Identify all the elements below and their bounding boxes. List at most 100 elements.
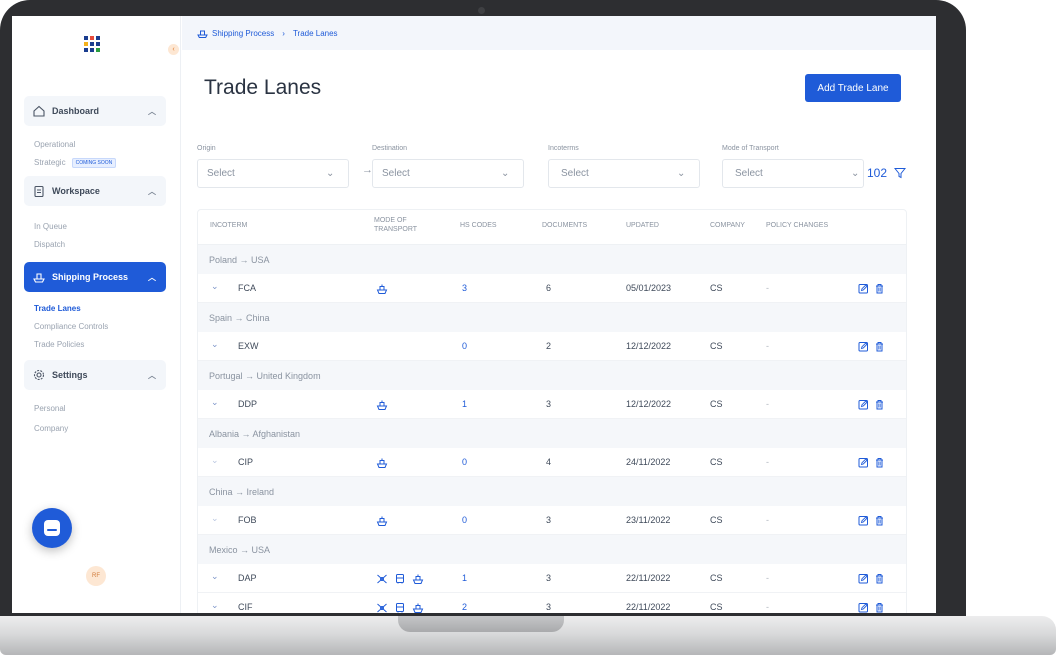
policy-changes-cell: -	[766, 341, 769, 351]
chevron-down-icon[interactable]: ⌄	[211, 455, 219, 466]
trash-icon[interactable]	[874, 602, 885, 613]
mode-select-value: Select	[735, 168, 763, 179]
chevron-right-icon: ›	[282, 28, 285, 38]
incoterms-select[interactable]: Select ⌄	[548, 159, 700, 188]
table-header: INCOTERM MODE OF TRANSPORT HS CODES DOCUM…	[198, 210, 906, 245]
col-company[interactable]: COMPANY	[710, 222, 745, 229]
documents-cell: 3	[546, 515, 552, 525]
trash-icon[interactable]	[874, 283, 885, 294]
sidebar-item-label: Strategic	[34, 158, 66, 167]
col-incoterm[interactable]: INCOTERM	[210, 222, 247, 229]
chevron-down-icon[interactable]: ⌄	[211, 571, 219, 582]
trash-icon[interactable]	[874, 341, 885, 352]
col-mode-of-transport[interactable]: MODE OF TRANSPORT	[374, 216, 417, 234]
edit-icon[interactable]	[858, 602, 869, 613]
col-hs-codes[interactable]: HS CODES	[460, 222, 497, 229]
page-title: Trade Lanes	[204, 76, 322, 99]
hs-codes-cell[interactable]: 2	[462, 602, 467, 612]
table-row[interactable]: ⌄ DDP 1 3 12/12/2022 CS -	[198, 390, 906, 419]
ship-icon	[33, 273, 45, 283]
documents-cell: 4	[546, 457, 552, 467]
incoterm-cell: EXW	[238, 341, 259, 351]
hs-codes-cell[interactable]: 1	[462, 573, 467, 583]
edit-icon[interactable]	[858, 515, 869, 526]
sidebar-item-personal[interactable]: Personal	[34, 404, 66, 413]
table-row[interactable]: ⌄ DAP 1 3 22/11/2022 CS -	[198, 564, 906, 593]
hs-codes-cell[interactable]: 0	[462, 515, 467, 525]
mode-of-transport-cell	[376, 283, 394, 295]
chevron-down-icon[interactable]: ⌄	[211, 513, 219, 524]
lane-group-row: Spain → China	[198, 303, 906, 332]
destination-select[interactable]: Select ⌄	[372, 159, 524, 188]
chat-support-button[interactable]	[32, 508, 72, 548]
nav-section-settings[interactable]: Settings ︿	[24, 360, 166, 390]
nav-section-workspace[interactable]: Workspace ︿	[24, 176, 166, 206]
col-documents[interactable]: DOCUMENTS	[542, 222, 587, 229]
ship-icon	[376, 516, 388, 526]
table-row[interactable]: ⌄ FOB 0 3 23/11/2022 CS -	[198, 506, 906, 535]
app-logo[interactable]	[84, 36, 100, 52]
lane-route: Spain → China	[209, 312, 270, 323]
row-actions	[858, 573, 890, 584]
avatar[interactable]: RF	[86, 566, 106, 586]
hs-codes-cell[interactable]: 3	[462, 283, 467, 293]
table-row[interactable]: ⌄ CIP 0 4 24/11/2022 CS -	[198, 448, 906, 477]
edit-icon[interactable]	[858, 457, 869, 468]
breadcrumb-root[interactable]: Shipping Process	[212, 29, 274, 38]
nav-section-dashboard[interactable]: Dashboard ︿	[24, 96, 166, 126]
chevron-down-icon[interactable]: ⌄	[211, 397, 219, 408]
mode-of-transport-select[interactable]: Select ⌄	[722, 159, 864, 188]
edit-icon[interactable]	[858, 399, 869, 410]
breadcrumb: Shipping Process › Trade Lanes	[182, 16, 936, 50]
table-row[interactable]: ⌄ CIF 2 3 22/11/2022 CS -	[198, 593, 906, 613]
hs-codes-cell[interactable]: 0	[462, 341, 467, 351]
edit-icon[interactable]	[858, 573, 869, 584]
edit-icon[interactable]	[858, 283, 869, 294]
chevron-down-icon[interactable]: ⌄	[211, 339, 219, 350]
chevron-up-icon: ︿	[148, 272, 156, 282]
col-policy-changes[interactable]: POLICY CHANGES	[766, 222, 828, 229]
mode-of-transport-cell	[376, 602, 430, 613]
origin-select[interactable]: Select ⌄	[197, 159, 349, 188]
nav-section-shipping-process[interactable]: Shipping Process ︿	[24, 262, 166, 292]
coming-soon-badge: COMING SOON	[71, 158, 117, 168]
sidebar-item-compliance-controls[interactable]: Compliance Controls	[34, 322, 108, 331]
trash-icon[interactable]	[874, 515, 885, 526]
collapse-sidebar-icon[interactable]: ‹	[168, 44, 179, 55]
trash-icon[interactable]	[874, 457, 885, 468]
col-updated[interactable]: UPDATED	[626, 222, 659, 229]
chevron-up-icon: ︿	[148, 186, 156, 196]
trash-icon[interactable]	[874, 399, 885, 410]
hs-codes-cell[interactable]: 0	[462, 457, 467, 467]
row-actions	[858, 283, 890, 294]
sidebar-item-trade-lanes[interactable]: Trade Lanes	[34, 304, 81, 313]
incoterm-cell: DDP	[238, 399, 258, 409]
edit-icon[interactable]	[858, 341, 869, 352]
policy-changes-cell: -	[766, 573, 769, 583]
sidebar-item-dispatch[interactable]: Dispatch	[34, 240, 65, 249]
incoterm-cell: FCA	[238, 283, 256, 293]
lane-group-row: Portugal → United Kingdom	[198, 361, 906, 390]
filter-icon[interactable]	[894, 167, 906, 179]
sidebar-item-operational[interactable]: Operational	[34, 140, 75, 149]
trash-icon[interactable]	[874, 573, 885, 584]
chevron-down-icon[interactable]: ⌄	[211, 281, 219, 292]
lane-group-row: Albania → Afghanistan	[198, 419, 906, 448]
lane-route: Albania → Afghanistan	[209, 428, 301, 439]
mode-of-transport-cell	[376, 515, 394, 527]
chevron-down-icon[interactable]: ⌄	[211, 600, 219, 611]
sidebar-item-in-queue[interactable]: In Queue	[34, 222, 67, 231]
add-trade-lane-button[interactable]: Add Trade Lane	[805, 74, 901, 102]
table-row[interactable]: ⌄ EXW 0 2 12/12/2022 CS -	[198, 332, 906, 361]
table-row[interactable]: ⌄ FCA 3 6 05/01/2023 CS -	[198, 274, 906, 303]
hs-codes-cell[interactable]: 1	[462, 399, 467, 409]
updated-cell: 22/11/2022	[626, 602, 671, 612]
chevron-down-icon: ⌄	[501, 168, 510, 179]
incoterm-cell: CIP	[238, 457, 254, 467]
sidebar-item-company[interactable]: Company	[34, 424, 68, 433]
chevron-down-icon: ⌄	[326, 168, 335, 179]
sidebar-item-strategic[interactable]: Strategic COMING SOON	[34, 158, 117, 168]
sidebar-item-trade-policies[interactable]: Trade Policies	[34, 340, 84, 349]
lane-route: Mexico → USA	[209, 544, 271, 555]
company-cell: CS	[710, 602, 723, 612]
